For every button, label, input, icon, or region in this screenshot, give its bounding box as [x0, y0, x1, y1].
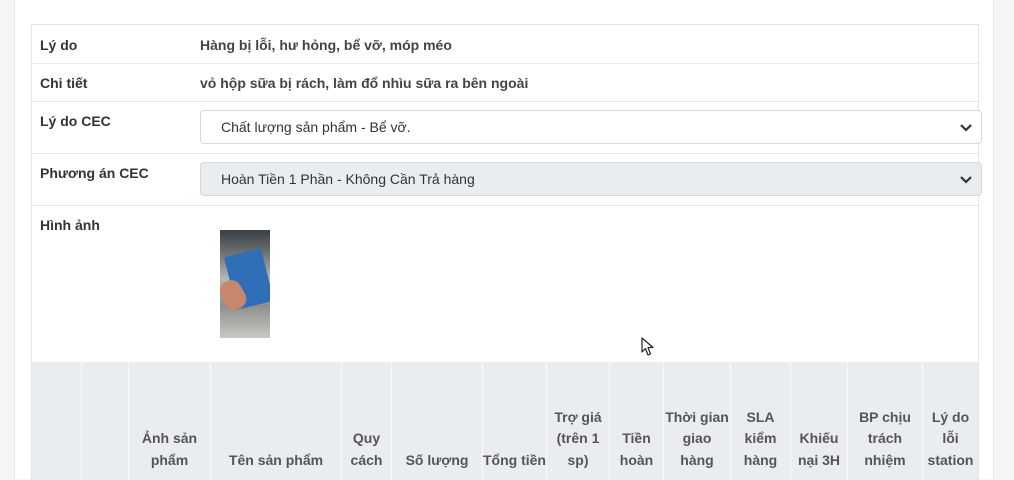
chevron-down-icon: [960, 176, 972, 184]
product-image-thumbnail[interactable]: [220, 230, 270, 338]
table-header-cell: SLA kiểm hàng: [730, 362, 790, 480]
cec-reason-select[interactable]: Chất lượng sản phẩm - Bể vỡ.: [200, 110, 982, 144]
table-header-cell: Ảnh sản phẩm: [128, 362, 210, 480]
cec-reason-selected-value: Chất lượng sản phẩm - Bể vỡ.: [221, 119, 411, 135]
cec-reason-label: Lý do CEC: [40, 113, 111, 129]
reason-row: Lý do Hàng bị lỗi, hư hỏng, bể vỡ, móp m…: [32, 25, 978, 64]
cec-plan-select[interactable]: Hoàn Tiền 1 Phần - Không Cần Trả hàng: [200, 162, 982, 196]
table-header-cell: BP chịu trách nhiệm: [847, 362, 922, 480]
detail-label: Chi tiết: [40, 75, 88, 91]
table-header-cell: Quy cách: [341, 362, 391, 480]
cec-plan-label: Phương án CEC: [40, 165, 149, 181]
reason-value: Hàng bị lỗi, hư hỏng, bể vỡ, móp méo: [200, 37, 452, 53]
cec-plan-row: Phương án CEC Hoàn Tiền 1 Phần - Không C…: [32, 154, 982, 206]
table-header-cell: Tiền hoàn: [609, 362, 663, 480]
detail-value: vỏ hộp sữa bị rách, làm đổ nhìu sữa ra b…: [200, 75, 529, 91]
chevron-down-icon: [960, 124, 972, 132]
table-header-cell: Khiếu nại 3H: [790, 362, 847, 480]
cec-plan-selected-value: Hoàn Tiền 1 Phần - Không Cần Trả hàng: [221, 171, 475, 187]
mouse-cursor-icon: [641, 337, 654, 356]
table-header-cell: Trợ giá (trên 1 sp): [546, 362, 609, 480]
table-header-cell: Thời gian giao hàng: [663, 362, 730, 480]
table-header-cell: Tên sản phẩm: [210, 362, 341, 480]
table-header-cell: [32, 362, 81, 480]
table-header-cell: [81, 362, 128, 480]
image-label: Hình ảnh: [40, 217, 100, 233]
details-panel: Lý do Hàng bị lỗi, hư hỏng, bể vỡ, móp m…: [31, 24, 982, 480]
cec-reason-row: Lý do CEC Chất lượng sản phẩm - Bể vỡ.: [32, 102, 982, 154]
table-header-cell: Lý do lỗi station: [922, 362, 978, 480]
table-header-cell: Số lượng: [391, 362, 482, 480]
image-row: Hình ảnh: [32, 206, 978, 361]
detail-row: Chi tiết vỏ hộp sữa bị rách, làm đổ nhìu…: [32, 64, 978, 102]
reason-label: Lý do: [40, 37, 78, 53]
products-table-header: Ảnh sản phẩm Tên sản phẩm Quy cách Số lư…: [32, 362, 978, 480]
main-card: Lý do Hàng bị lỗi, hư hỏng, bể vỡ, móp m…: [14, 0, 994, 480]
table-header-cell: Tổng tiền: [482, 362, 546, 480]
